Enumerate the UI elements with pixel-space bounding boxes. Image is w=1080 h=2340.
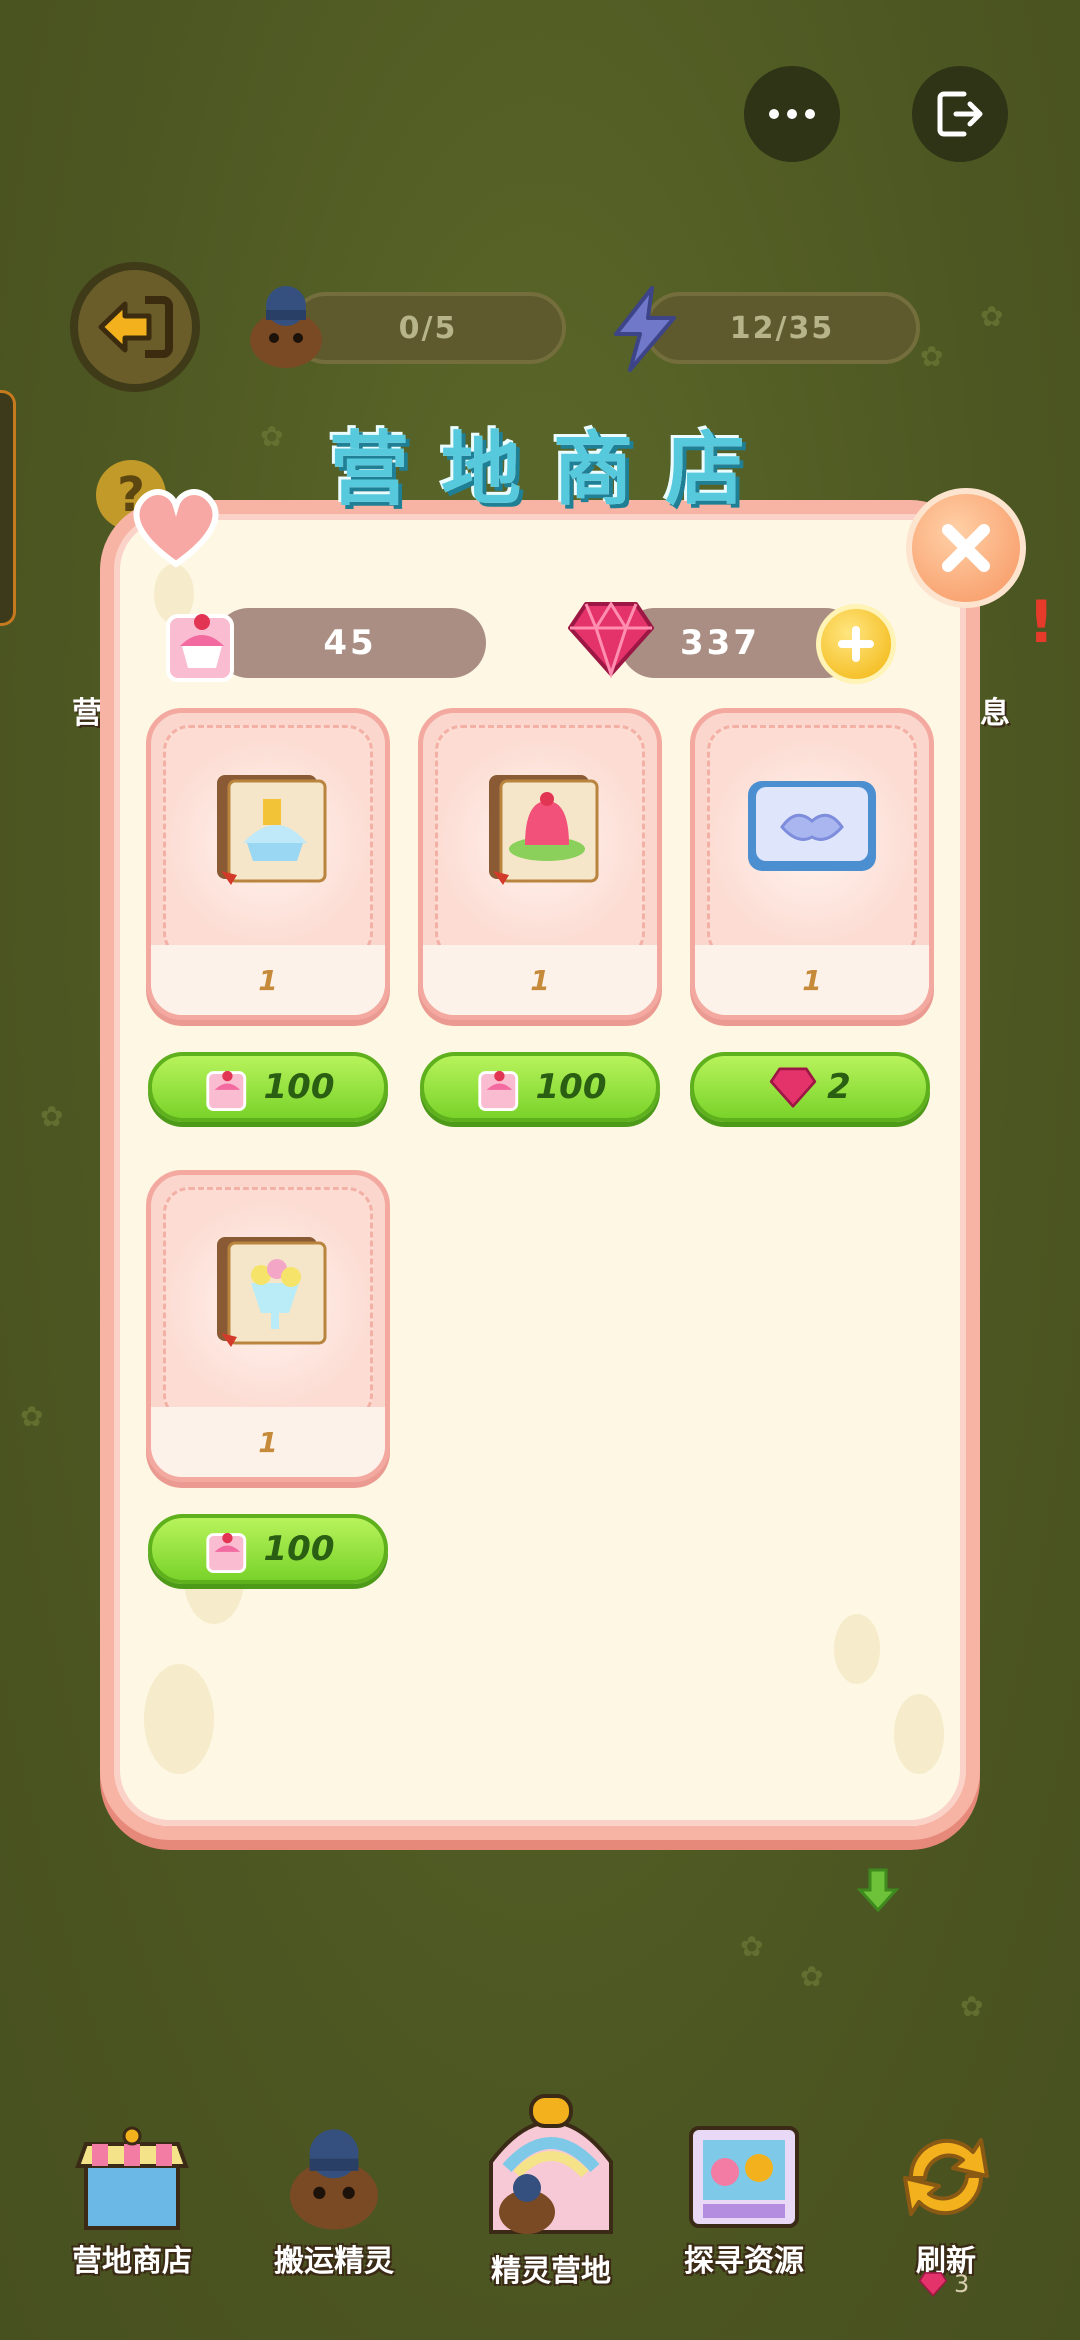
back-arrow-icon bbox=[98, 296, 173, 358]
buy-price: 2 bbox=[827, 1067, 851, 1107]
exit-button[interactable] bbox=[912, 66, 1008, 162]
shop-title: 营 地 商 店 bbox=[300, 408, 780, 518]
puzzle-currency-value: 45 bbox=[323, 623, 377, 663]
shop-item-card[interactable]: 1 bbox=[690, 708, 934, 1020]
shop-item-card[interactable]: 1 bbox=[418, 708, 662, 1020]
alert-icon: ! bbox=[1028, 588, 1055, 656]
gem-icon bbox=[769, 1067, 817, 1108]
flower-decoration: ✿ bbox=[800, 1960, 824, 1993]
shop-item-card[interactable]: 1 bbox=[146, 708, 390, 1020]
side-label-left: 营 bbox=[72, 696, 102, 731]
panel-decoration bbox=[834, 1614, 880, 1684]
buy-button[interactable]: 100 bbox=[148, 1514, 388, 1584]
refresh-icon bbox=[903, 2138, 989, 2216]
gem-icon bbox=[566, 598, 656, 682]
puzzle-cake-icon bbox=[205, 1532, 246, 1573]
puzzle-cake-icon bbox=[160, 596, 246, 690]
gem-currency-value: 337 bbox=[680, 623, 760, 663]
title-char: 商 bbox=[553, 423, 639, 516]
worker-sprite-icon bbox=[290, 2129, 378, 2230]
nav-carry-sprite[interactable]: 搬运精灵 bbox=[254, 2120, 414, 2280]
panel-decoration bbox=[894, 1694, 944, 1774]
refresh-cost: 3 bbox=[918, 2270, 969, 2298]
worker-count: 0/5 bbox=[398, 310, 458, 346]
item-quantity: 1 bbox=[151, 1407, 385, 1477]
down-arrow-icon bbox=[856, 1866, 900, 1918]
nav-label: 精灵营地 bbox=[491, 2254, 611, 2289]
buy-button[interactable]: 2 bbox=[690, 1052, 930, 1122]
buy-price: 100 bbox=[263, 1067, 335, 1107]
worker-sprite-icon bbox=[244, 280, 328, 374]
back-button[interactable] bbox=[70, 262, 200, 392]
puzzle-currency-bar: 45 bbox=[214, 608, 486, 678]
nav-camp-shop[interactable]: 营地商店 bbox=[52, 2120, 212, 2280]
cake-recipe-book-icon bbox=[203, 761, 333, 895]
buy-price: 100 bbox=[535, 1067, 607, 1107]
nav-label: 探寻资源 bbox=[684, 2244, 804, 2279]
panel-decoration bbox=[144, 1664, 214, 1774]
parfait-recipe-book-icon bbox=[203, 1223, 333, 1357]
title-char: 营 bbox=[329, 423, 415, 516]
lightning-icon bbox=[606, 286, 682, 376]
refresh-cost-value: 3 bbox=[954, 2270, 970, 2298]
add-gems-button[interactable] bbox=[816, 604, 896, 684]
title-char: 店 bbox=[665, 423, 751, 516]
handshake-card-icon bbox=[742, 771, 882, 885]
gem-icon bbox=[918, 2272, 948, 2297]
puzzle-cake-icon bbox=[477, 1070, 518, 1111]
nav-refresh[interactable]: 刷新 bbox=[866, 2120, 1026, 2280]
buy-button[interactable]: 100 bbox=[420, 1052, 660, 1122]
shop-item-card[interactable]: 1 bbox=[146, 1170, 390, 1482]
exit-icon bbox=[937, 91, 983, 137]
plus-icon bbox=[838, 626, 874, 662]
close-icon bbox=[942, 524, 990, 572]
item-quantity: 1 bbox=[695, 945, 929, 1015]
flower-decoration: ✿ bbox=[960, 1990, 984, 2023]
title-char: 地 bbox=[441, 423, 527, 516]
flower-decoration: ✿ bbox=[980, 300, 1004, 333]
camp-house-icon bbox=[489, 2094, 613, 2234]
energy-count: 12/35 bbox=[729, 310, 835, 346]
energy-counter: 12/35 bbox=[644, 292, 920, 364]
heart-icon bbox=[126, 484, 226, 574]
side-drawer-tab[interactable] bbox=[0, 390, 16, 626]
more-button[interactable] bbox=[744, 66, 840, 162]
item-quantity: 1 bbox=[151, 945, 385, 1015]
flower-decoration: ✿ bbox=[260, 420, 284, 453]
ellipsis-icon bbox=[769, 109, 815, 119]
nav-explore-resources[interactable]: 探寻资源 bbox=[664, 2120, 824, 2280]
jelly-recipe-book-icon bbox=[475, 761, 605, 895]
nav-label: 营地商店 bbox=[72, 2244, 192, 2279]
worker-counter: 0/5 bbox=[290, 292, 566, 364]
treasure-map-icon bbox=[689, 2126, 799, 2228]
close-button[interactable] bbox=[906, 488, 1026, 608]
flower-decoration: ✿ bbox=[20, 1400, 44, 1433]
nav-label: 搬运精灵 bbox=[274, 2244, 394, 2279]
item-quantity: 1 bbox=[423, 945, 657, 1015]
flower-decoration: ✿ bbox=[40, 1100, 64, 1133]
puzzle-cake-icon bbox=[205, 1070, 246, 1111]
buy-button[interactable]: 100 bbox=[148, 1052, 388, 1122]
flower-decoration: ✿ bbox=[740, 1930, 764, 1963]
buy-price: 100 bbox=[263, 1529, 335, 1569]
nav-sprite-camp[interactable]: 精灵营地 bbox=[466, 2080, 636, 2290]
shop-stall-icon bbox=[75, 2126, 189, 2230]
flower-decoration: ✿ bbox=[920, 340, 944, 373]
side-label-right: 息 bbox=[980, 696, 1010, 731]
